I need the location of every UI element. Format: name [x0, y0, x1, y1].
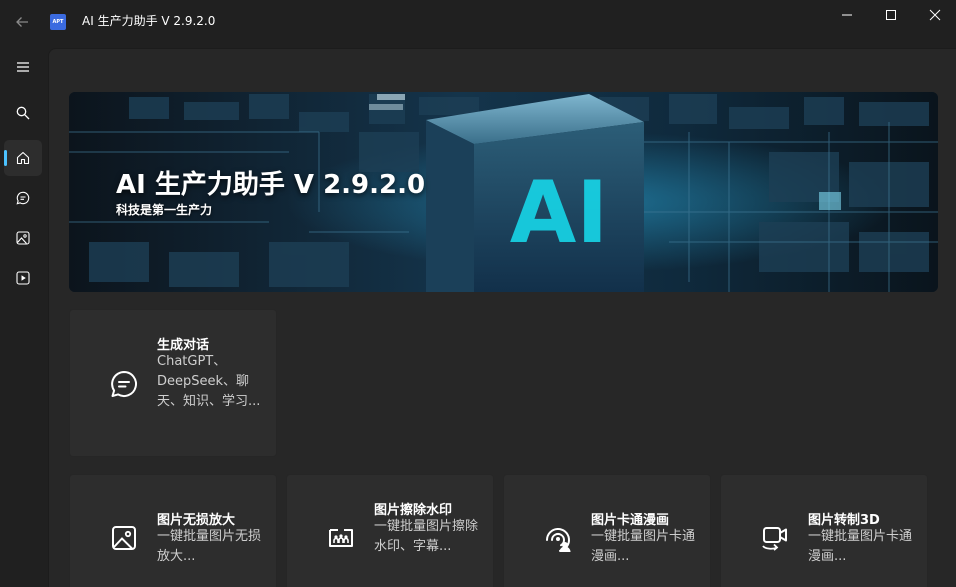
card-description: 一键批量图片卡通漫画...	[591, 529, 696, 564]
card-title: 图片卡通漫画	[591, 513, 670, 528]
card-description: 一键批量图片擦除水印、字幕...	[374, 519, 479, 554]
minimize-button[interactable]	[824, 0, 870, 30]
card-title: 生成对话	[157, 338, 210, 353]
card-image-upscale[interactable]: 图片无损放大 一键批量图片无损放大...	[69, 474, 277, 587]
image-icon	[108, 522, 140, 554]
image-icon	[16, 231, 30, 245]
hero-subtitle: 科技是第一生产力	[116, 203, 213, 217]
hero-banner: AI AI 生产力助手 V 2.9.2.0 科技是第一生产力	[69, 92, 938, 292]
chat-icon	[108, 368, 140, 400]
minimize-icon	[842, 14, 852, 16]
3d-video-icon	[759, 522, 791, 554]
nav-video-button[interactable]	[4, 260, 42, 296]
card-description: 一键批量图片卡通漫画...	[808, 529, 913, 564]
home-icon	[16, 151, 30, 165]
card-title: 图片无损放大	[157, 513, 236, 528]
menu-icon	[17, 62, 29, 72]
nav-menu-button[interactable]	[4, 49, 42, 85]
title-bar: APT AI 生产力助手 V 2.9.2.0	[0, 0, 956, 44]
side-nav	[0, 44, 48, 587]
cartoon-icon	[542, 522, 574, 554]
card-chat[interactable]: 生成对话 ChatGPT、DeepSeek、聊天、知识、学习...	[69, 309, 277, 457]
app-logo-icon: APT	[50, 14, 66, 30]
search-icon	[16, 106, 30, 120]
window-title: AI 生产力助手 V 2.9.2.0	[82, 14, 216, 28]
close-button[interactable]	[912, 0, 956, 30]
card-cartoon[interactable]: 图片卡通漫画 一键批量图片卡通漫画...	[503, 474, 711, 587]
card-watermark-removal[interactable]: 图片擦除水印 一键批量图片擦除水印、字幕...	[286, 474, 494, 587]
back-arrow-icon	[16, 17, 28, 27]
nav-chat-button[interactable]	[4, 180, 42, 216]
nav-search-button[interactable]	[4, 95, 42, 131]
nav-home-button[interactable]	[4, 140, 42, 176]
hero-title: AI 生产力助手 V 2.9.2.0	[116, 170, 426, 200]
video-icon	[16, 271, 30, 285]
card-description: 一键批量图片无损放大...	[157, 529, 262, 564]
watermark-icon	[325, 522, 357, 554]
card-title: 图片擦除水印	[374, 503, 453, 518]
main-content: AI AI 生产力助手 V 2.9.2.0 科技是第一生产力 生成对话 Chat…	[48, 48, 956, 587]
close-icon	[929, 9, 941, 21]
nav-image-button[interactable]	[4, 220, 42, 256]
card-title: 图片转制3D	[808, 513, 880, 528]
ai-badge-text: AI	[510, 163, 609, 263]
chat-icon	[16, 191, 30, 205]
nav-active-indicator	[4, 150, 7, 166]
maximize-button[interactable]	[868, 0, 914, 30]
maximize-icon	[886, 10, 896, 20]
back-button[interactable]	[8, 8, 36, 36]
card-description: ChatGPT、DeepSeek、聊天、知识、学习...	[157, 354, 261, 409]
card-3d[interactable]: 图片转制3D 一键批量图片卡通漫画...	[720, 474, 928, 587]
